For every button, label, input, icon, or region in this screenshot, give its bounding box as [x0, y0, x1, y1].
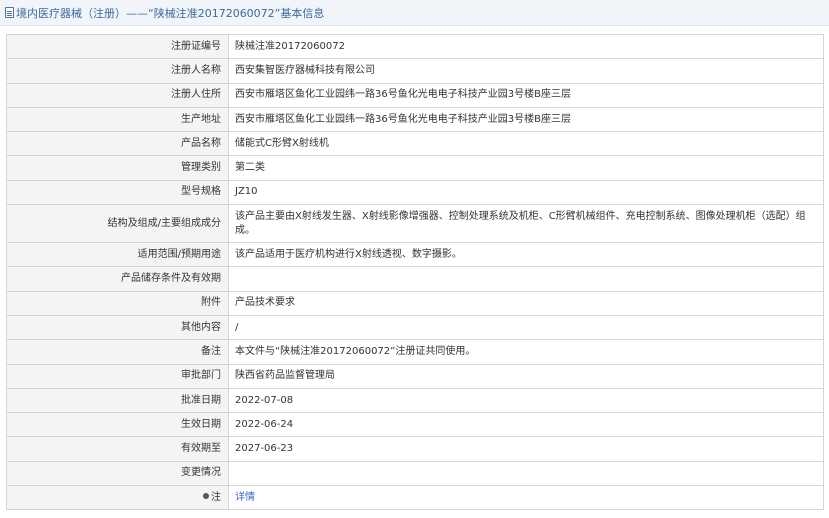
table-row: 变更情况	[6, 460, 824, 487]
table-row: 批准日期 2022-07-08	[6, 387, 824, 414]
row-label: 附件	[6, 290, 229, 316]
table-row: 产品储存条件及有效期	[6, 266, 824, 292]
row-value: /	[228, 314, 824, 341]
row-value: 本文件与“陕械注准20172060072”注册证共同使用。	[228, 339, 824, 365]
table-row: 生产地址 西安市雁塔区鱼化工业园纬一路36号鱼化光电电子科技产业园3号楼B座三层	[6, 106, 824, 133]
row-label: 注册人住所	[6, 82, 229, 108]
row-label: 其他内容	[6, 314, 229, 341]
row-value: 第二类	[228, 155, 824, 181]
row-label: 注册人名称	[6, 58, 229, 84]
table-row: 注册证编号 陕械注准20172060072	[6, 33, 824, 60]
table-row: 附件 产品技术要求	[6, 290, 824, 316]
note-label: 注	[211, 491, 221, 503]
details-link[interactable]: 详情	[235, 492, 255, 503]
row-value: 陕西省药品监督管理局	[228, 363, 824, 389]
row-value: 西安市雁塔区鱼化工业园纬一路36号鱼化光电电子科技产业园3号楼B座三层	[228, 82, 824, 108]
row-label: 产品储存条件及有效期	[6, 266, 229, 292]
row-label: 变更情况	[6, 460, 229, 487]
row-value: 产品技术要求	[228, 290, 824, 316]
row-label: 注册证编号	[6, 33, 229, 60]
row-label: 生效日期	[6, 412, 229, 438]
table-row: 其他内容 /	[6, 314, 824, 341]
note-value-cell: 详情	[228, 485, 824, 511]
row-label: 结构及组成/主要组成成分	[6, 204, 229, 244]
row-label: 管理类别	[6, 155, 229, 181]
row-label: 生产地址	[6, 106, 229, 133]
row-label: 产品名称	[6, 131, 229, 157]
table-row: 结构及组成/主要组成成分 该产品主要由X射线发生器、X射线影像增强器、控制处理系…	[6, 204, 824, 244]
row-value: 2022-06-24	[228, 412, 824, 438]
row-label: 型号规格	[6, 179, 229, 206]
row-value: 陕械注准20172060072	[228, 33, 824, 60]
row-value: 2022-07-08	[228, 387, 824, 414]
pin-icon	[203, 492, 209, 499]
table-row: 管理类别 第二类	[6, 155, 824, 181]
page-title: 境内医疗器械（注册）——“陕械注准20172060072”基本信息	[16, 6, 325, 20]
row-label: 批准日期	[6, 387, 229, 414]
page-header: 境内医疗器械（注册）——“陕械注准20172060072”基本信息	[0, 0, 829, 26]
row-value: 储能式C形臂X射线机	[228, 131, 824, 157]
info-table: 注册证编号 陕械注准20172060072 注册人名称 西安集智医疗器械科技有限…	[6, 33, 824, 511]
row-value	[228, 460, 824, 487]
row-value: 2027-06-23	[228, 436, 824, 462]
table-row: 适用范围/预期用途 该产品适用于医疗机构进行X射线透视、数字摄影。	[6, 242, 824, 268]
table-row: 审批部门 陕西省药品监督管理局	[6, 363, 824, 389]
row-value: JZ10	[228, 179, 824, 206]
row-label: 审批部门	[6, 363, 229, 389]
row-value: 该产品主要由X射线发生器、X射线影像增强器、控制处理系统及机柜、C形臂机械组件、…	[228, 204, 824, 244]
row-value: 该产品适用于医疗机构进行X射线透视、数字摄影。	[228, 242, 824, 268]
row-label: 适用范围/预期用途	[6, 242, 229, 268]
document-icon	[5, 7, 14, 18]
note-label-cell: 注	[6, 485, 229, 511]
table-row-note: 注 详情	[6, 485, 824, 511]
row-value: 西安集智医疗器械科技有限公司	[228, 58, 824, 84]
row-label: 备注	[6, 339, 229, 365]
table-row: 有效期至 2027-06-23	[6, 436, 824, 462]
row-value: 西安市雁塔区鱼化工业园纬一路36号鱼化光电电子科技产业园3号楼B座三层	[228, 106, 824, 133]
row-value	[228, 266, 824, 292]
table-row: 生效日期 2022-06-24	[6, 412, 824, 438]
table-row: 型号规格 JZ10	[6, 179, 824, 206]
table-row: 产品名称 储能式C形臂X射线机	[6, 131, 824, 157]
table-row: 注册人名称 西安集智医疗器械科技有限公司	[6, 58, 824, 84]
row-label: 有效期至	[6, 436, 229, 462]
table-row: 备注 本文件与“陕械注准20172060072”注册证共同使用。	[6, 339, 824, 365]
table-row: 注册人住所 西安市雁塔区鱼化工业园纬一路36号鱼化光电电子科技产业园3号楼B座三…	[6, 82, 824, 108]
